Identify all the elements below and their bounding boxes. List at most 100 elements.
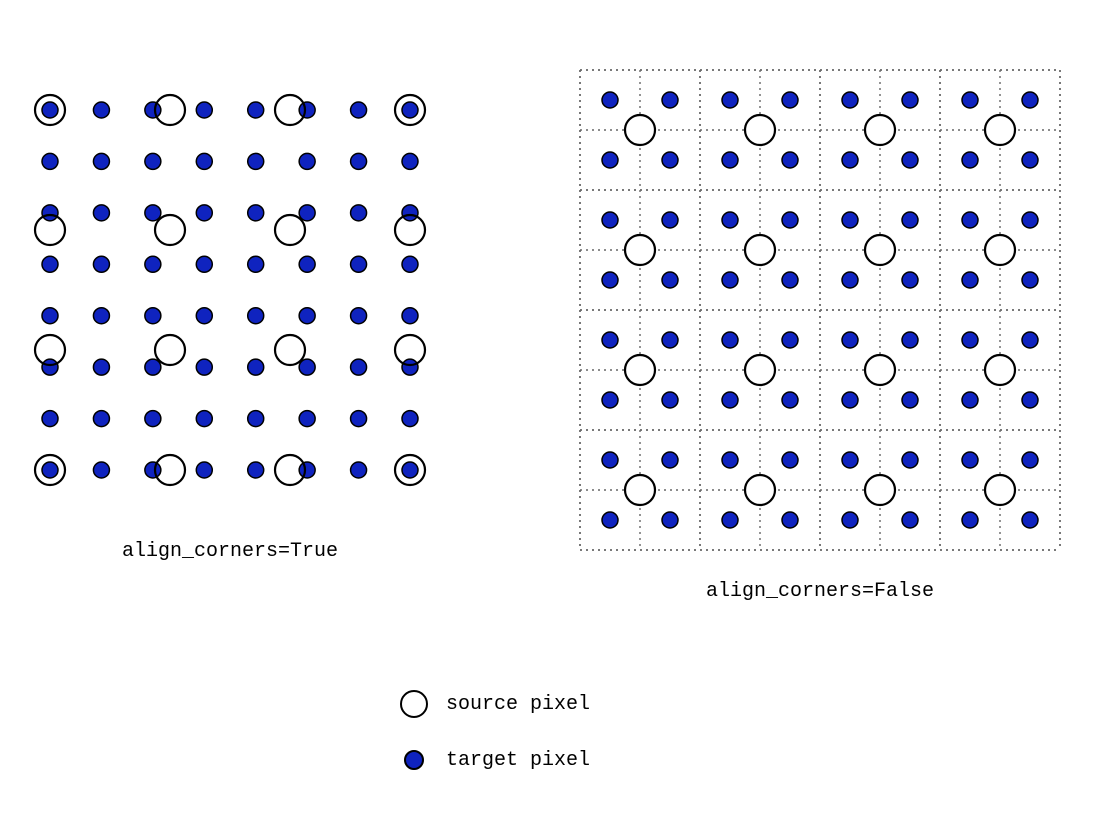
source-pixel-circle [745,475,775,505]
target-pixel-dot [782,272,798,288]
target-pixel-dot [93,153,109,169]
target-pixel-dot [1022,392,1038,408]
target-pixel-dot [782,332,798,348]
target-pixel-dot [299,256,315,272]
legend: source pixel target pixel [400,690,590,802]
source-pixel-circle [625,235,655,265]
target-pixel-dot [722,332,738,348]
source-pixel-circle [275,335,305,365]
caption-left: align_corners=True [20,540,440,563]
target-pixel-dot [842,272,858,288]
target-pixel-dot [42,308,58,324]
target-pixel-dot [1022,212,1038,228]
target-pixel-dot [1022,272,1038,288]
target-pixel-dot [299,102,315,118]
target-pixel-dot [196,308,212,324]
target-pixel-dot [42,411,58,427]
target-pixel-dot [722,392,738,408]
target-pixel-dot [602,152,618,168]
target-pixel-dot [602,212,618,228]
target-pixel-dot [402,411,418,427]
target-pixel-dot [662,212,678,228]
target-pixel-dot [782,152,798,168]
target-pixel-dot [962,212,978,228]
source-pixel-circle [985,235,1015,265]
target-pixel-dot [196,153,212,169]
target-pixel-dot [402,308,418,324]
target-pixel-dot [722,212,738,228]
legend-label-source: source pixel [446,693,590,716]
target-pixel-dot [902,272,918,288]
target-pixel-dot [145,102,161,118]
target-pixel-dot [248,462,264,478]
target-pixel-dot [962,392,978,408]
source-pixel-circle [625,115,655,145]
target-pixel-dot [42,462,58,478]
target-pixel-dot [842,332,858,348]
target-pixel-dot [962,452,978,468]
target-pixel-dot [842,392,858,408]
source-pixel-circle [985,475,1015,505]
target-pixel-dot [662,272,678,288]
target-pixel-dot [93,462,109,478]
legend-row-source: source pixel [400,690,590,718]
target-pixel-dot [602,272,618,288]
target-pixel-dot [93,102,109,118]
target-pixel-dot [1022,512,1038,528]
target-pixel-dot [722,92,738,108]
target-pixel-dot [902,452,918,468]
target-pixel-dot [351,462,367,478]
target-pixel-dot [145,462,161,478]
target-pixel-dot [842,92,858,108]
target-pixel-dot [662,512,678,528]
target-pixel-dot [662,92,678,108]
target-pixel-dot [196,102,212,118]
target-pixel-dot [42,153,58,169]
target-pixel-dot [902,152,918,168]
target-pixel-dot [962,152,978,168]
target-pixel-dot [42,256,58,272]
target-pixel-dot [196,205,212,221]
target-pixel-dot [93,205,109,221]
target-pixel-dot [602,452,618,468]
source-pixel-circle [625,475,655,505]
target-pixel-dot [248,256,264,272]
target-pixel-dot [722,152,738,168]
target-pixel-dot [351,205,367,221]
target-pixel-dot [93,308,109,324]
target-pixel-dot [842,212,858,228]
target-pixel-dot [42,359,58,375]
target-pixel-dot [902,332,918,348]
target-pixel-dot [842,512,858,528]
target-pixel-dot [196,359,212,375]
target-pixel-dot [662,452,678,468]
target-pixel-dot [299,359,315,375]
source-pixel-circle [625,355,655,385]
target-pixel-dot [1022,332,1038,348]
target-pixel-dot [196,256,212,272]
target-pixel-dot [602,92,618,108]
target-pixel-dot [402,359,418,375]
target-pixel-dot [299,153,315,169]
target-pixel-dot [42,205,58,221]
legend-swatch-source-icon [400,690,428,718]
source-pixel-circle [155,215,185,245]
target-pixel-dot [93,359,109,375]
target-pixel-dot [351,153,367,169]
target-pixel-dot [145,153,161,169]
target-pixel-dot [722,512,738,528]
target-pixel-dot [351,359,367,375]
target-pixel-dot [842,452,858,468]
diagram-container: align_corners=True align_corners=False s… [0,0,1112,838]
source-pixel-circle [155,335,185,365]
target-pixel-dot [782,392,798,408]
source-pixel-circle [865,115,895,145]
target-pixel-dot [402,462,418,478]
target-pixel-dot [962,272,978,288]
target-pixel-dot [602,512,618,528]
target-pixel-dot [662,332,678,348]
target-pixel-dot [351,256,367,272]
target-pixel-dot [602,332,618,348]
target-pixel-dot [351,102,367,118]
target-pixel-dot [93,256,109,272]
